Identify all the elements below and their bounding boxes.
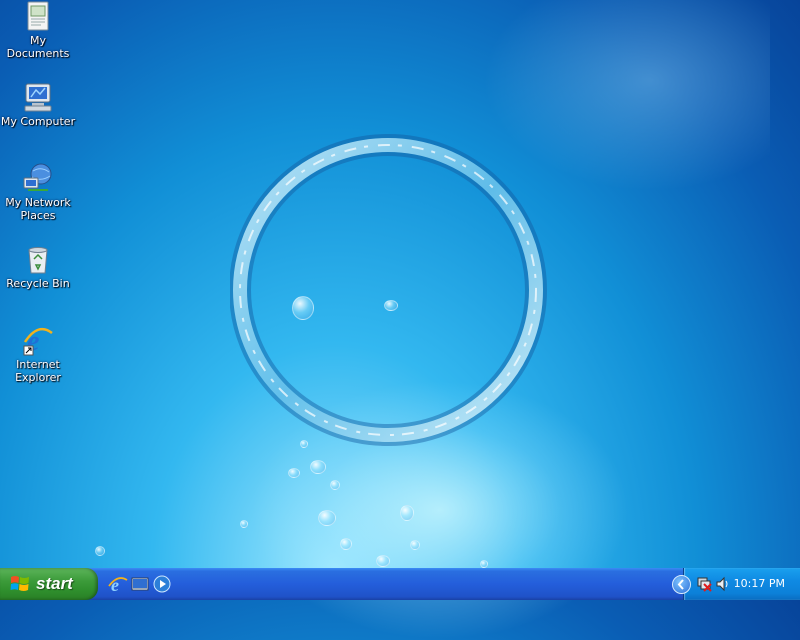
bubble: [288, 468, 300, 478]
bubble: [318, 510, 336, 526]
bubble: [330, 480, 340, 490]
internet-explorer-icon[interactable]: e: [108, 574, 128, 594]
desktop-icon-my-network-places[interactable]: My Network Places: [0, 162, 76, 222]
my-documents-icon: [22, 0, 54, 32]
bubble: [340, 538, 352, 550]
network-places-icon: [22, 162, 54, 194]
desktop-icon-my-documents[interactable]: My Documents: [0, 0, 76, 60]
internet-explorer-icon: e: [22, 324, 54, 357]
bubble: [480, 560, 488, 568]
desktop-icon-label: My Documents: [6, 34, 70, 60]
desktop-icon-label: Internet Explorer: [15, 358, 61, 384]
desktop-icon-label: Recycle Bin: [6, 277, 70, 290]
desktop-icon-recycle-bin[interactable]: Recycle Bin: [0, 243, 76, 290]
desktop-icon-my-computer[interactable]: My Computer: [0, 81, 76, 128]
media-player-icon[interactable]: [152, 574, 172, 594]
clock[interactable]: 10:17 PM: [734, 577, 785, 590]
bubble: [240, 520, 248, 528]
bubble: [95, 546, 105, 556]
bubble: [400, 505, 414, 521]
network-disconnected-icon[interactable]: [696, 576, 712, 592]
recycle-bin-icon: [22, 243, 54, 275]
windows-logo-icon: [10, 576, 29, 591]
desktop-icon-internet-explorer[interactable]: e Internet Explorer: [0, 324, 76, 384]
bubble: [410, 540, 420, 550]
my-computer-icon: [22, 81, 54, 113]
expand-tray-icon[interactable]: [672, 575, 691, 594]
volume-icon[interactable]: [715, 576, 731, 592]
system-tray: 10:17 PM: [672, 568, 800, 600]
bubble: [300, 440, 308, 448]
bubble: [384, 300, 398, 311]
desktop-icon-label: My Computer: [0, 115, 76, 128]
water-ring: [230, 134, 547, 446]
taskbar: start e 10:17 PM: [0, 568, 800, 600]
bubble: [376, 555, 390, 567]
show-desktop-icon[interactable]: [130, 574, 150, 594]
bubble: [292, 296, 314, 320]
bubble: [310, 460, 326, 474]
desktop-icon-label: My Network Places: [5, 196, 71, 222]
start-button[interactable]: start: [0, 568, 98, 600]
start-label: start: [36, 574, 73, 593]
